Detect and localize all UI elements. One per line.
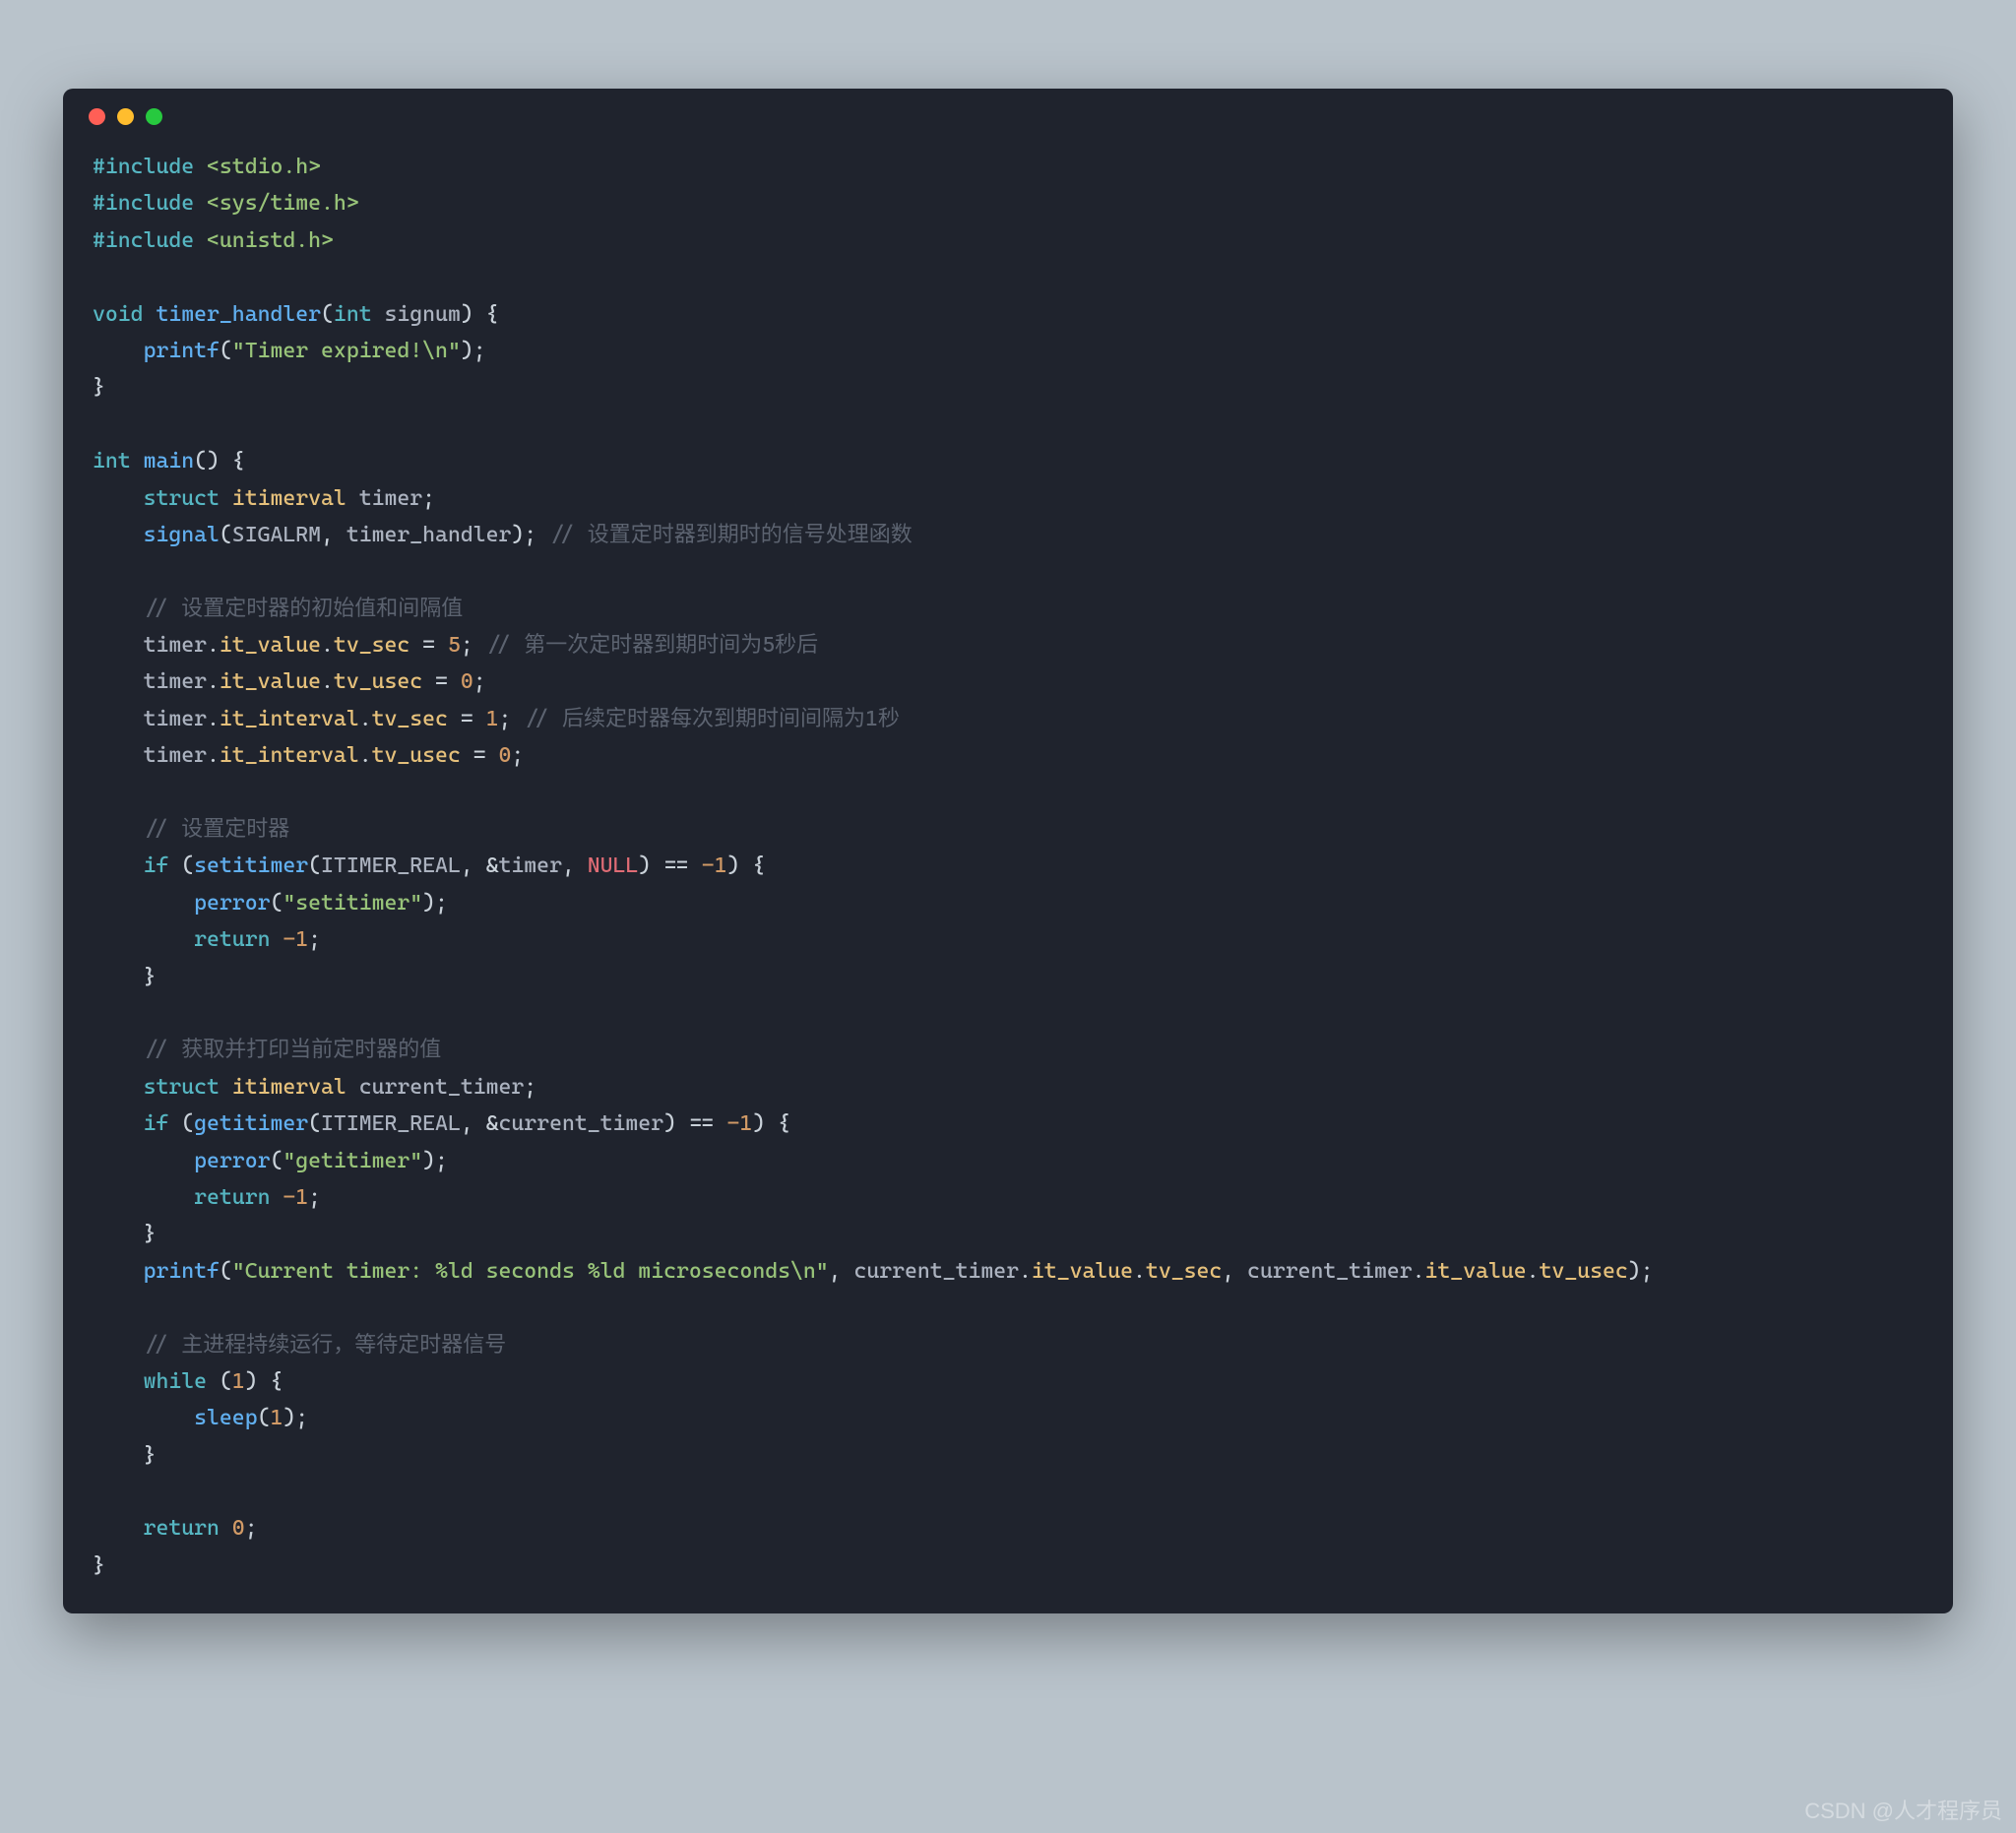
minimize-icon[interactable] — [117, 108, 134, 125]
member: it_interval — [220, 707, 359, 731]
function-call: printf — [144, 339, 220, 363]
keyword: if — [144, 853, 169, 878]
function-name: main — [144, 449, 195, 474]
function-call: setitimer — [194, 853, 308, 878]
keyword: struct — [144, 1075, 220, 1100]
identifier: current_timer — [359, 1075, 525, 1100]
string-literal: "getitimer" — [283, 1149, 422, 1173]
function-call: sleep — [194, 1406, 257, 1430]
identifier: timer_handler — [346, 523, 512, 547]
constant: SIGALRM — [232, 523, 321, 547]
member: tv_sec — [372, 707, 448, 731]
number: -1 — [283, 927, 308, 952]
number: 5 — [448, 633, 461, 658]
keyword: if — [144, 1111, 169, 1136]
function-call: printf — [144, 1259, 220, 1284]
code-window: #include <stdio.h> #include <sys/time.h>… — [63, 89, 1953, 1613]
member: tv_usec — [1540, 1259, 1628, 1284]
identifier: timer — [144, 633, 207, 658]
comment: // 设置定时器的初始值和间隔值 — [144, 597, 464, 621]
identifier: timer — [144, 669, 207, 694]
string-literal: "Timer expired!\n" — [232, 339, 461, 363]
number: 0 — [461, 669, 473, 694]
comment: // 第一次定时器到期时间为5秒后 — [486, 633, 819, 658]
identifier: signum — [384, 302, 460, 327]
keyword: struct — [144, 486, 220, 511]
identifier: current_timer — [853, 1259, 1019, 1284]
constant: ITIMER_REAL — [321, 1111, 461, 1136]
identifier: timer — [144, 743, 207, 768]
include-path: <unistd.h> — [194, 228, 334, 253]
null-constant: NULL — [588, 853, 639, 878]
member: it_value — [1032, 1259, 1133, 1284]
function-call: perror — [194, 1149, 270, 1173]
function-name: timer_handler — [156, 302, 321, 327]
comment: // 设置定时器到期时的信号处理函数 — [549, 523, 913, 547]
function-call: signal — [144, 523, 220, 547]
number: -1 — [727, 1111, 753, 1136]
maximize-icon[interactable] — [146, 108, 162, 125]
member: it_value — [220, 669, 321, 694]
number: 0 — [499, 743, 512, 768]
member: tv_sec — [1146, 1259, 1222, 1284]
number: 1 — [270, 1406, 283, 1430]
function-call: perror — [194, 891, 270, 916]
identifier: current_timer — [499, 1111, 664, 1136]
number: -1 — [702, 853, 727, 878]
code-block: #include <stdio.h> #include <sys/time.h>… — [93, 149, 1923, 1584]
constant: ITIMER_REAL — [321, 853, 461, 878]
keyword: int — [334, 302, 372, 327]
identifier: timer — [144, 707, 207, 731]
identifier: current_timer — [1247, 1259, 1413, 1284]
string-literal: "Current timer: %ld seconds %ld microsec… — [232, 1259, 829, 1284]
number: 0 — [232, 1516, 245, 1541]
keyword: return — [144, 1516, 220, 1541]
keyword: return — [194, 927, 270, 952]
preproc: #include — [93, 228, 194, 253]
type-name: itimerval — [232, 486, 346, 511]
identifier: timer — [359, 486, 422, 511]
member: tv_usec — [372, 743, 461, 768]
keyword: return — [194, 1185, 270, 1210]
keyword: int — [93, 449, 131, 474]
number: -1 — [283, 1185, 308, 1210]
member: it_value — [220, 633, 321, 658]
comment: // 主进程持续运行，等待定时器信号 — [144, 1333, 507, 1358]
identifier: timer — [499, 853, 562, 878]
watermark: CSDN @人才程序员 — [1804, 1794, 2002, 1825]
number: 1 — [232, 1369, 245, 1394]
include-path: <stdio.h> — [194, 155, 321, 179]
keyword: void — [93, 302, 144, 327]
string-literal: "setitimer" — [283, 891, 422, 916]
member: tv_usec — [334, 669, 422, 694]
preproc: #include — [93, 191, 194, 216]
close-icon[interactable] — [89, 108, 105, 125]
traffic-lights — [89, 108, 1923, 125]
keyword: while — [144, 1369, 207, 1394]
preproc: #include — [93, 155, 194, 179]
member: tv_sec — [334, 633, 410, 658]
type-name: itimerval — [232, 1075, 346, 1100]
comment: // 设置定时器 — [144, 817, 290, 842]
comment: // 获取并打印当前定时器的值 — [144, 1038, 442, 1062]
function-call: getitimer — [194, 1111, 308, 1136]
comment: // 后续定时器每次到期时间间隔为1秒 — [524, 707, 900, 731]
member: it_interval — [220, 743, 359, 768]
include-path: <sys/time.h> — [194, 191, 359, 216]
member: it_value — [1425, 1259, 1527, 1284]
number: 1 — [486, 707, 499, 731]
